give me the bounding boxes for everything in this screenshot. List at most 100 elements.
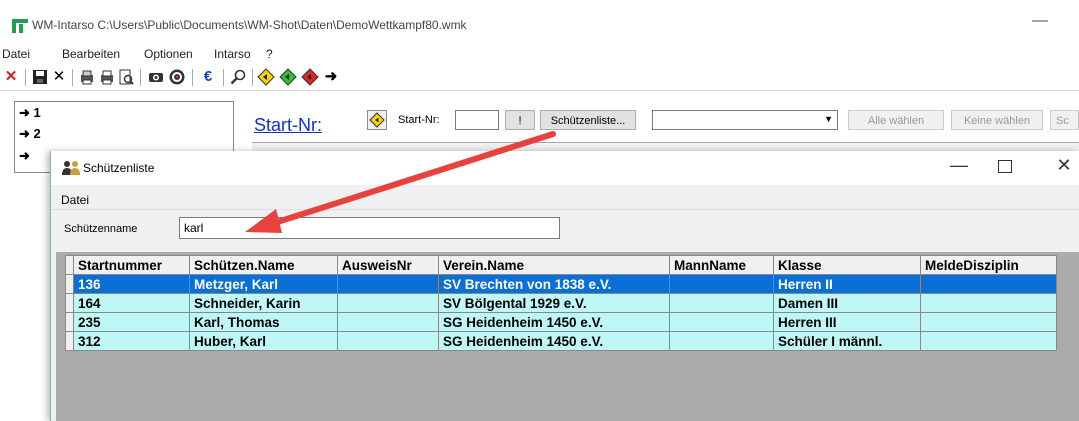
arrow-right-icon: ➜ [19, 126, 30, 141]
menu-bearbeiten[interactable]: Bearbeiten [62, 47, 120, 61]
tree-item-label: 1 [33, 105, 41, 120]
cell-mannname[interactable] [669, 312, 774, 332]
arrow-right-icon: ➜ [19, 105, 30, 120]
cell-verein[interactable]: SG Heidenheim 1450 e.V. [438, 312, 670, 332]
cell-startnummer[interactable]: 235 [73, 312, 190, 332]
cell-mannname[interactable] [669, 293, 774, 313]
close-icon[interactable]: ✕ [2, 68, 20, 86]
schuetzenname-label: Schützenname [64, 223, 138, 235]
table-header-row: Startnummer Schützen.Name AusweisNr Vere… [65, 255, 1057, 275]
minimize-button[interactable]: — [1025, 12, 1055, 32]
cell-name[interactable]: Huber, Karl [189, 331, 338, 351]
start-nr-link[interactable]: Start-Nr: [254, 115, 322, 136]
menu-help[interactable]: ? [266, 47, 273, 61]
dialog-title-bar: Schützenliste — ✕ [51, 151, 1079, 185]
arrow-right-icon[interactable]: ➜ [322, 68, 340, 86]
cell-klasse[interactable]: Herren II [773, 274, 921, 294]
cell-name[interactable]: Schneider, Karin [189, 293, 338, 313]
cell-startnummer[interactable]: 164 [73, 293, 190, 313]
schuetzenliste-dialog: Schützenliste — ✕ Datei Schützenname Sta… [50, 151, 1079, 421]
cell-mannname[interactable] [669, 274, 774, 294]
row-header[interactable] [65, 293, 74, 313]
title-bar: WM-Intarso C:\Users\Public\Documents\WM-… [0, 0, 1079, 40]
start-nr-label: Start-Nr: [398, 114, 440, 126]
cell-meldedisziplin[interactable] [920, 274, 1057, 294]
tree-item-label: 2 [33, 126, 41, 141]
cell-name[interactable]: Karl, Thomas [189, 312, 338, 332]
arrow-right-icon: ➜ [19, 148, 30, 163]
column-header-ausweisnr[interactable]: AusweisNr [337, 255, 439, 275]
table-row[interactable]: 235 Karl, Thomas SG Heidenheim 1450 e.V.… [65, 312, 1057, 332]
print-icon[interactable] [98, 68, 116, 86]
app-logo-icon [12, 19, 28, 33]
row-header[interactable] [65, 312, 74, 332]
camera-icon[interactable] [147, 68, 165, 86]
exclamation-button[interactable]: ! [505, 110, 535, 130]
tree-item[interactable]: ➜ 1 [19, 105, 41, 121]
cell-klasse[interactable]: Schüler I männl. [773, 331, 921, 351]
print-preview-icon[interactable] [117, 68, 135, 86]
column-header-verein[interactable]: Verein.Name [438, 255, 670, 275]
dialog-close-button[interactable]: ✕ [1054, 155, 1074, 176]
save-icon[interactable] [31, 68, 49, 86]
dialog-minimize-button[interactable]: — [944, 155, 974, 176]
column-header-name[interactable]: Schützen.Name [189, 255, 338, 275]
column-header-klasse[interactable]: Klasse [773, 255, 921, 275]
table-row[interactable]: 136 Metzger, Karl SV Brechten von 1838 e… [65, 274, 1057, 294]
cell-name[interactable]: Metzger, Karl [189, 274, 338, 294]
cell-verein[interactable]: SG Heidenheim 1450 e.V. [438, 331, 670, 351]
menu-intarso[interactable]: Intarso [214, 47, 251, 61]
euro-icon[interactable]: € [199, 68, 217, 86]
results-grid-area: Startnummer Schützen.Name AusweisNr Vere… [56, 252, 1079, 421]
alle-waehlen-button[interactable]: Alle wählen [848, 110, 944, 130]
toolbar: ✕ ✕ € ➜ [0, 66, 1079, 91]
cell-klasse[interactable]: Herren III [773, 312, 921, 332]
cell-verein[interactable]: SV Bölgental 1929 e.V. [438, 293, 670, 313]
dialog-maximize-button[interactable] [998, 160, 1012, 173]
target-icon[interactable] [168, 68, 186, 86]
dialog-menu-datei[interactable]: Datei [61, 193, 89, 207]
row-header[interactable] [65, 274, 74, 294]
print-setup-icon[interactable] [78, 68, 96, 86]
cell-startnummer[interactable]: 136 [73, 274, 190, 294]
schuetzenliste-button[interactable]: Schützenliste... [540, 110, 636, 130]
yellow-diamond-icon[interactable] [257, 68, 275, 86]
toolbar-separator [252, 69, 253, 86]
tree-item[interactable]: ➜ [19, 148, 30, 164]
cell-meldedisziplin[interactable] [920, 331, 1057, 351]
keine-waehlen-button[interactable]: Keine wählen [951, 110, 1043, 130]
cell-mannname[interactable] [669, 331, 774, 351]
chevron-down-icon: ▼ [824, 114, 833, 124]
filter-combo[interactable]: ▼ [652, 110, 838, 130]
row-header[interactable] [65, 331, 74, 351]
table-row[interactable]: 312 Huber, Karl SG Heidenheim 1450 e.V. … [65, 331, 1057, 351]
schuetzenname-input[interactable] [179, 217, 560, 239]
table-row[interactable]: 164 Schneider, Karin SV Bölgental 1929 e… [65, 293, 1057, 313]
tree-item[interactable]: ➜ 2 [19, 126, 41, 142]
cell-meldedisziplin[interactable] [920, 293, 1057, 313]
delete-icon[interactable]: ✕ [50, 68, 68, 86]
red-diamond-icon[interactable] [301, 68, 319, 86]
cell-ausweisnr[interactable] [337, 293, 439, 313]
cell-verein[interactable]: SV Brechten von 1838 e.V. [438, 274, 670, 294]
column-header-startnummer[interactable]: Startnummer [73, 255, 190, 275]
column-header-meldedisziplin[interactable]: MeldeDisziplin [920, 255, 1057, 275]
menu-optionen[interactable]: Optionen [144, 47, 193, 61]
cell-meldedisziplin[interactable] [920, 312, 1057, 332]
green-diamond-icon[interactable] [279, 68, 297, 86]
cell-startnummer[interactable]: 312 [73, 331, 190, 351]
search-icon[interactable] [229, 68, 247, 86]
yellow-diamond-icon[interactable] [367, 110, 387, 130]
truncated-button[interactable]: Sc [1050, 110, 1079, 130]
column-header-mannname[interactable]: MannName [669, 255, 774, 275]
cell-ausweisnr[interactable] [337, 274, 439, 294]
toolbar-separator [140, 69, 141, 86]
start-nr-input[interactable] [455, 110, 499, 130]
cell-ausweisnr[interactable] [337, 331, 439, 351]
cell-klasse[interactable]: Damen III [773, 293, 921, 313]
window-title: WM-Intarso C:\Users\Public\Documents\WM-… [32, 18, 467, 32]
toolbar-separator [192, 69, 193, 86]
cell-ausweisnr[interactable] [337, 312, 439, 332]
menu-datei[interactable]: Datei [2, 47, 30, 61]
row-header [65, 255, 74, 275]
